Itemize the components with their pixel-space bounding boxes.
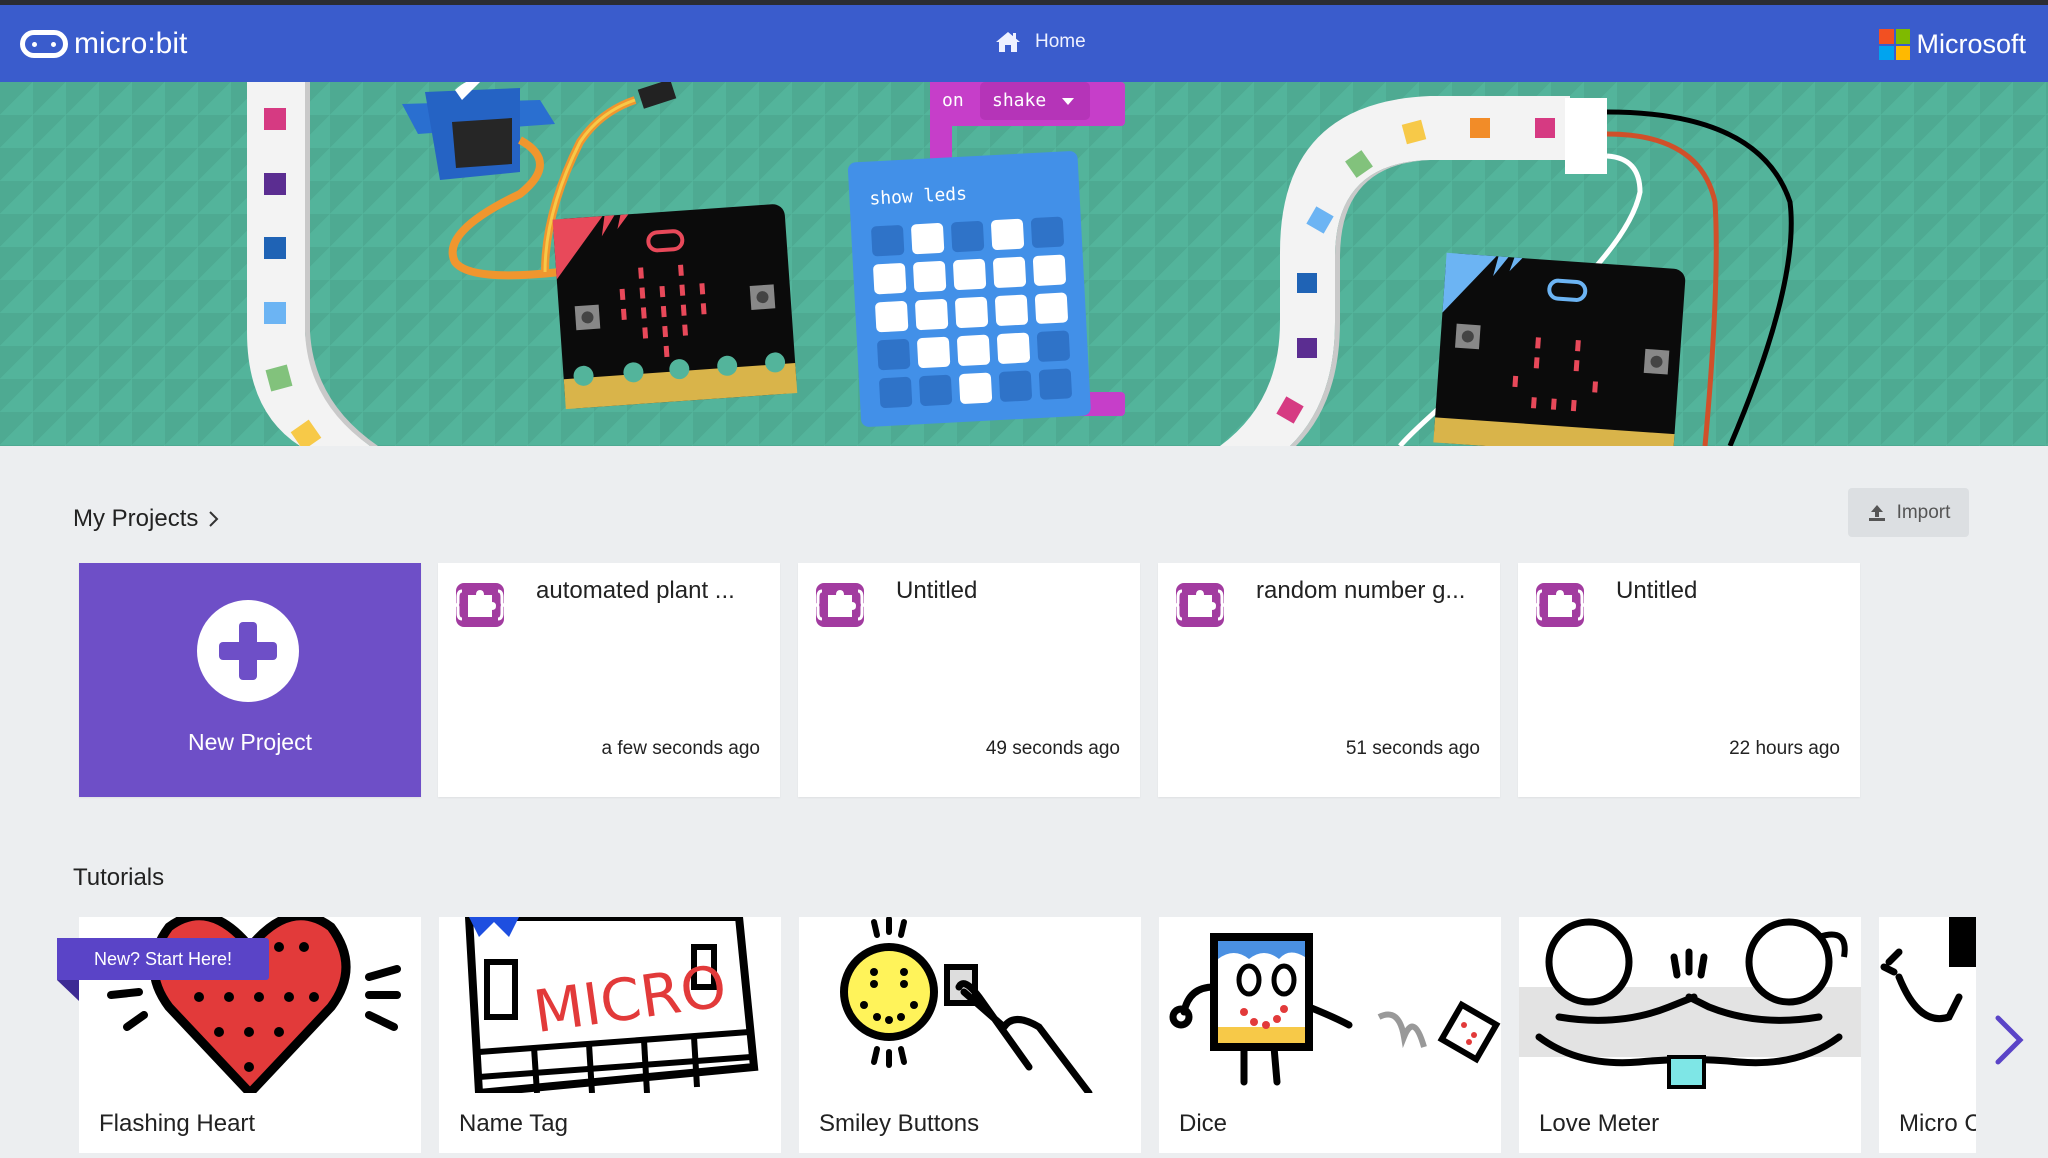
project-modified-time: 51 seconds ago [1345,738,1480,759]
project-code-icon [1172,581,1228,629]
led-on [911,223,945,255]
name-tag-illustration: MICRO [439,917,781,1093]
tutorial-card[interactable]: MICRO Name Tag [439,917,781,1153]
led-on [957,334,991,366]
dice-illustration [1159,917,1501,1093]
led-on [1034,292,1068,324]
led-off [1038,368,1072,400]
project-modified-time: a few seconds ago [601,738,760,759]
block-on-label: on [942,90,964,111]
import-label: Import [1896,501,1951,523]
my-projects-title: My Projects [73,505,199,532]
home-label: Home [1035,31,1086,52]
project-title: Untitled [1616,577,1698,604]
project-title: Untitled [896,577,978,604]
new-project-card[interactable]: New Project [79,563,421,797]
led-on [955,296,989,328]
project-card[interactable]: random number g... 51 seconds ago [1158,563,1500,797]
led-on [915,298,949,331]
project-code-icon [812,581,868,629]
led-off [1030,216,1064,248]
tutorial-label: Flashing Heart [99,1110,256,1137]
microsoft-label: Microsoft [1916,29,2026,59]
hero-banner: on shake show leds [0,82,2048,446]
tutorial-label: Name Tag [459,1110,568,1137]
plus-icon [197,600,299,702]
led-on [875,301,909,333]
project-title: random number g... [1256,577,1466,604]
tutorials-title: Tutorials [73,864,165,891]
led-off [871,225,905,257]
led-off [877,338,911,371]
show-leds-block: show leds [847,151,1091,427]
tutorial-label: Smiley Buttons [819,1110,980,1137]
tutorial-label: Love Meter [1539,1110,1660,1137]
led-on [873,263,907,295]
led-strip-left [247,82,378,446]
top-header: micro:bit Home Microsoft [0,5,2048,82]
project-card[interactable]: Untitled 22 hours ago [1518,563,1860,797]
led-on [917,336,951,369]
led-on [991,218,1025,250]
project-code-icon [452,581,508,629]
led-off [879,376,913,409]
tutorial-card[interactable]: Dice [1159,917,1501,1153]
hero-illustration: on shake show leds [247,82,1794,446]
brand-name: micro:bit [74,27,188,60]
new-project-label: New Project [188,729,312,755]
led-on [993,256,1027,288]
project-modified-time: 22 hours ago [1729,738,1840,759]
led-on [1032,254,1066,286]
tutorial-card[interactable]: Love Meter [1519,917,1861,1153]
led-grid [871,216,1072,409]
tutorial-card[interactable]: Smiley Buttons [799,917,1141,1153]
block-shake-label: shake [992,90,1046,111]
microsoft-squares-icon [1879,29,1911,60]
love-meter-illustration [1519,917,1861,1093]
smiley-buttons-illustration [799,917,1141,1093]
project-code-icon [1532,581,1588,629]
led-off [998,370,1032,402]
import-button[interactable]: Import [1848,488,1969,537]
project-title: automated plant ... [536,577,735,604]
carousel-next-arrow-icon[interactable] [1990,1010,2030,1070]
home-button[interactable]: Home [995,31,1086,53]
led-off [951,220,985,253]
chevron-right-icon [209,511,219,527]
project-modified-time: 49 seconds ago [985,738,1120,759]
led-on [953,258,987,291]
microbit-logo[interactable]: micro:bit [20,27,187,61]
microbit-board-blue [1433,252,1686,446]
home-icon [996,32,1020,52]
led-off [919,374,953,406]
badge-fold [57,980,79,1001]
new-start-here-badge: New? Start Here! [57,938,269,980]
microbit-board-red [552,204,798,410]
microsoft-logo[interactable]: Microsoft [1879,29,2026,60]
project-card[interactable]: Untitled 49 seconds ago [798,563,1140,797]
upload-icon [1868,504,1885,521]
led-on [996,332,1031,364]
tutorials-heading: Tutorials [73,864,164,892]
led-on [994,294,1029,326]
servo-motor [402,82,555,180]
led-off [1036,330,1070,362]
microbit-face-icon [20,30,68,58]
led-on [913,260,947,293]
led-on [959,372,993,404]
my-projects-heading[interactable]: My Projects [73,505,220,533]
project-card[interactable]: automated plant ... a few seconds ago [438,563,780,797]
tutorial-label: Dice [1179,1110,1228,1137]
